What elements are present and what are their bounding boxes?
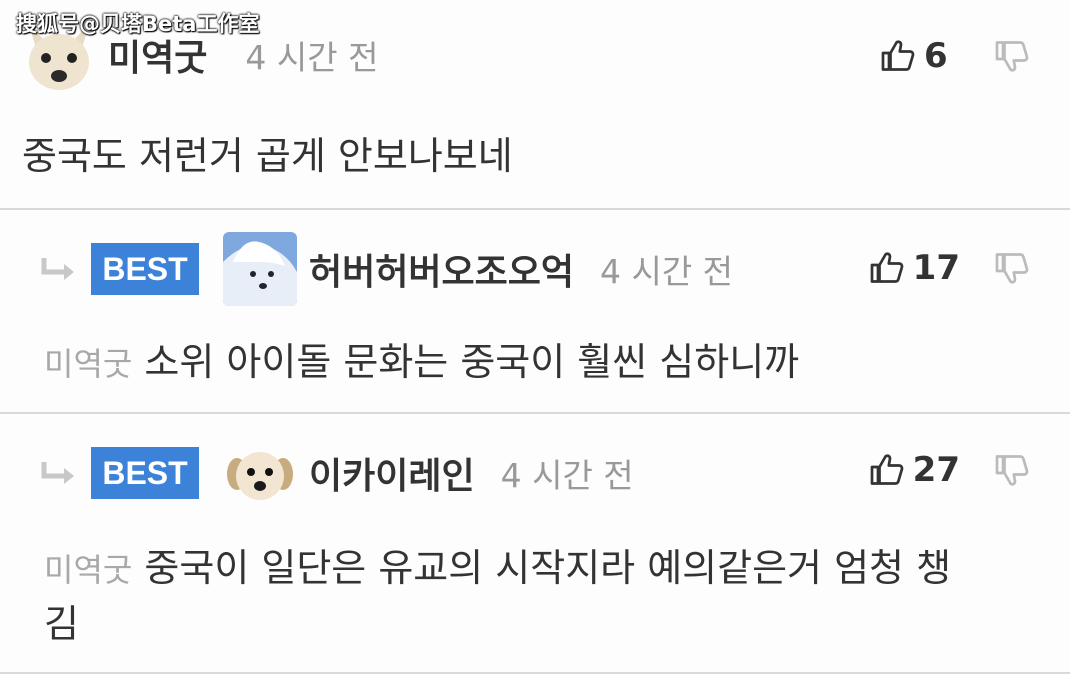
comment-text: 미역굿 소위 아이돌 문화는 중국이 훨씬 심하니까	[44, 334, 799, 392]
thumbs-down-icon[interactable]	[994, 250, 1030, 286]
best-badge: BEST	[91, 447, 199, 499]
timestamp: 4 시간 전	[500, 456, 634, 495]
puppy-avatar[interactable]	[223, 436, 297, 510]
thumbs-down-icon[interactable]	[994, 452, 1030, 488]
thumbs-up-icon[interactable]	[880, 38, 916, 74]
thumbs-up-icon[interactable]	[869, 250, 905, 286]
comment-body: 소위 아이돌 문화는 중국이 훨씬 심하니까	[132, 340, 800, 384]
best-badge: BEST	[91, 243, 199, 295]
comment-header: BEST 허버허버오조오억 4 시간 전	[40, 232, 733, 306]
mention-tag[interactable]: 미역굿	[44, 551, 132, 589]
like-count: 27	[912, 450, 960, 490]
reply-item: BEST 이카이레인 4 시간 전 27 미역굿 중국이 일단은 유교의 시작지…	[0, 414, 1070, 674]
comment-text: 미역굿 중국이 일단은 유교의 시작지라 예의같은거 엄청 챙	[44, 540, 951, 598]
comment-thread: 搜狐号@贝塔Beta工作室 미역굿 4 시간 전 6 중국도 저런거 곱게 안보…	[0, 0, 1070, 674]
username[interactable]: 허버허버오조오억	[309, 243, 574, 295]
comment-text-continued: 김	[44, 602, 79, 646]
timestamp: 4 시간 전	[245, 38, 379, 77]
vote-controls: 17	[869, 248, 1030, 288]
reply-arrow-icon	[41, 258, 74, 280]
comment-text: 중국도 저런거 곱게 안보나보네	[22, 134, 513, 178]
reply-arrow-icon	[41, 462, 74, 484]
vote-controls: 6	[880, 36, 1030, 76]
comment-body: 중국이 일단은 유교의 시작지라 예의같은거 엄청 챙	[132, 546, 952, 590]
like-count: 6	[924, 36, 948, 76]
mention-tag[interactable]: 미역굿	[44, 345, 132, 383]
username[interactable]: 이카이레인	[309, 447, 475, 499]
thumbs-down-icon[interactable]	[994, 38, 1030, 74]
watermark: 搜狐号@贝塔Beta工作室	[16, 12, 260, 36]
reply-item: BEST 허버허버오조오억 4 시간 전 17 미역굿 소위 아이돌 문화는 중…	[0, 210, 1070, 414]
like-count: 17	[912, 248, 960, 288]
vote-controls: 27	[869, 450, 1030, 490]
comment-header: BEST 이카이레인 4 시간 전	[40, 436, 634, 510]
white-dog-avatar[interactable]	[223, 232, 297, 306]
thumbs-up-icon[interactable]	[869, 452, 905, 488]
timestamp: 4 시간 전	[599, 252, 734, 291]
